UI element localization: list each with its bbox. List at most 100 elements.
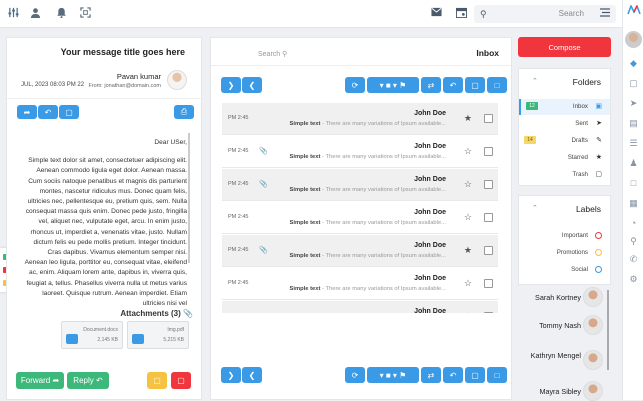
mail-icon[interactable] (431, 7, 442, 17)
menu-icon[interactable] (600, 8, 610, 17)
email-checkbox[interactable] (484, 180, 493, 189)
chart-icon[interactable]: ◔ (623, 218, 643, 228)
delete-icon-button[interactable]: ▢ (59, 105, 79, 119)
email-row[interactable]: PM 2:45 John Doe Simple text - There are m… (222, 268, 498, 300)
folder-item[interactable]: 14 Drafts ✎ (519, 133, 610, 149)
magnify-icon[interactable]: ⚲ (623, 236, 643, 247)
select-all-button[interactable]: □ (487, 77, 507, 93)
email-row[interactable]: PM 2:45 John Doe Simple text - There are m… (222, 202, 498, 234)
refresh-button[interactable]: ⟳ (345, 367, 365, 383)
next-button[interactable]: ❯ (221, 367, 241, 383)
email-checkbox[interactable] (484, 114, 493, 123)
send-nav-icon[interactable]: ➤ (623, 98, 643, 109)
message-greeting: Dear USer, (154, 139, 187, 146)
label-item[interactable]: Social (519, 262, 610, 278)
document-icon[interactable]: □ (623, 178, 643, 188)
forward-button[interactable]: Forward ➦ (16, 372, 64, 389)
email-row[interactable]: PM 2:45 John Doe Simple text - There are m… (222, 103, 498, 135)
delete-button[interactable]: ▢ (465, 367, 485, 383)
attachment-card[interactable]: Document.docx 2,145 KB (61, 321, 123, 349)
contact-avatar[interactable] (583, 287, 603, 307)
print-button[interactable]: ⎙ (174, 105, 194, 119)
email-checkbox[interactable] (484, 279, 493, 288)
prev-button[interactable]: ❮ (242, 367, 262, 383)
list-icon[interactable]: ☰ (623, 138, 643, 149)
folder-flag-dropdown[interactable]: ▾ ■ ▾ ⚑ (367, 77, 419, 93)
star-outline-icon[interactable]: ☆ (464, 212, 472, 223)
star-filled-icon[interactable]: ★ (464, 245, 472, 256)
cloud-download-icon[interactable] (132, 334, 144, 344)
phone-icon[interactable]: ✆ (623, 254, 643, 265)
folder-item[interactable]: Starred ★ (519, 150, 610, 166)
settings-icon[interactable]: ⚙ (623, 274, 643, 285)
bell-icon[interactable] (56, 7, 67, 18)
move-button[interactable]: ⇄ (421, 77, 441, 93)
inbox-nav-icon[interactable]: ▢ (623, 78, 643, 89)
user-icon[interactable] (30, 7, 41, 18)
email-row[interactable]: PM 2:45 📎 John Doe Simple text - There are … (222, 169, 498, 201)
contact-name[interactable]: Mayra Sibley (511, 386, 581, 397)
delete-button[interactable]: ▢ (465, 77, 485, 93)
contact-avatar[interactable] (583, 381, 603, 401)
contact-name[interactable]: Kathryn Mengel (511, 350, 581, 361)
cloud-download-icon[interactable] (66, 334, 78, 344)
email-checkbox[interactable] (484, 312, 493, 313)
contact-name[interactable]: Sarah Kortney (511, 292, 581, 303)
email-row[interactable]: PM 2:45 📎 John Doe Simple text - There are … (222, 235, 498, 267)
calendar-icon[interactable] (456, 7, 467, 18)
email-time: PM 2:45 (228, 115, 249, 121)
delete-button[interactable]: ▢ (171, 372, 191, 389)
email-row[interactable]: PM 2:45John Doe☆ (222, 301, 498, 313)
folder-item[interactable]: Trash ▢ (519, 167, 610, 183)
fullscreen-icon[interactable] (80, 7, 91, 18)
layers-icon[interactable]: ◆ (623, 58, 643, 69)
email-time: PM 2:45 (228, 214, 249, 220)
note-icon[interactable]: ▤ (623, 118, 643, 129)
contact-avatar[interactable] (583, 350, 603, 370)
compose-button[interactable]: Compose (518, 37, 611, 57)
inbox-search[interactable]: Search ⚲ (258, 50, 287, 58)
user-avatar[interactable] (625, 31, 642, 48)
message-scrollbar[interactable] (188, 133, 190, 263)
star-outline-icon[interactable]: ☆ (464, 311, 472, 313)
divider (211, 65, 511, 66)
contacts-scrollbar[interactable] (607, 290, 609, 370)
folder-item[interactable]: 12 Inbox ▣ (519, 99, 610, 115)
divider (7, 98, 201, 99)
move-button[interactable]: ⇄ (421, 367, 441, 383)
apps-icon[interactable]: ▦ (623, 198, 643, 209)
email-subject: Simple text (289, 121, 321, 127)
refresh-button[interactable]: ⟳ (345, 77, 365, 93)
reply-all-button[interactable]: ↶ (443, 77, 463, 93)
chevron-up-icon[interactable]: ⌃ (532, 204, 538, 212)
email-preview: There are many variations of Ipsum avail… (325, 121, 446, 127)
contact-avatar[interactable] (583, 315, 603, 335)
email-row[interactable]: PM 2:45 📎 John Doe Simple text - There are … (222, 136, 498, 168)
email-checkbox[interactable] (484, 147, 493, 156)
star-filled-icon[interactable]: ★ (464, 113, 472, 124)
select-all-button[interactable]: □ (487, 367, 507, 383)
reply-icon-button[interactable]: ↶ (38, 105, 58, 119)
star-outline-icon[interactable]: ☆ (464, 278, 472, 289)
forward-icon-button[interactable]: ➦ (17, 105, 37, 119)
attachment-card[interactable]: Img.pdf 5,215 KB (127, 321, 189, 349)
reply-all-button[interactable]: ↶ (443, 367, 463, 383)
search-input[interactable]: ⚲ Search (474, 5, 616, 23)
chevron-up-icon[interactable]: ⌃ (532, 77, 538, 85)
contact-name[interactable]: Tommy Nash (511, 320, 581, 331)
email-checkbox[interactable] (484, 246, 493, 255)
star-outline-icon[interactable]: ☆ (464, 146, 472, 157)
star-outline-icon[interactable]: ☆ (464, 179, 472, 190)
sliders-icon[interactable] (8, 7, 19, 18)
archive-button[interactable]: ▢ (147, 372, 167, 389)
label-item[interactable]: Promotions (519, 245, 610, 261)
reply-button[interactable]: Reply ↶ (67, 372, 109, 389)
folder-flag-dropdown[interactable]: ▾ ■ ▾ ⚑ (367, 367, 419, 383)
user-nav-icon[interactable]: ♟ (623, 158, 643, 169)
folder-item[interactable]: Sent ➤ (519, 116, 610, 132)
email-checkbox[interactable] (484, 213, 493, 222)
sender-name: Pavan kumar (116, 72, 161, 81)
label-item[interactable]: Important (519, 228, 610, 244)
prev-button[interactable]: ❮ (242, 77, 262, 93)
next-button[interactable]: ❯ (221, 77, 241, 93)
